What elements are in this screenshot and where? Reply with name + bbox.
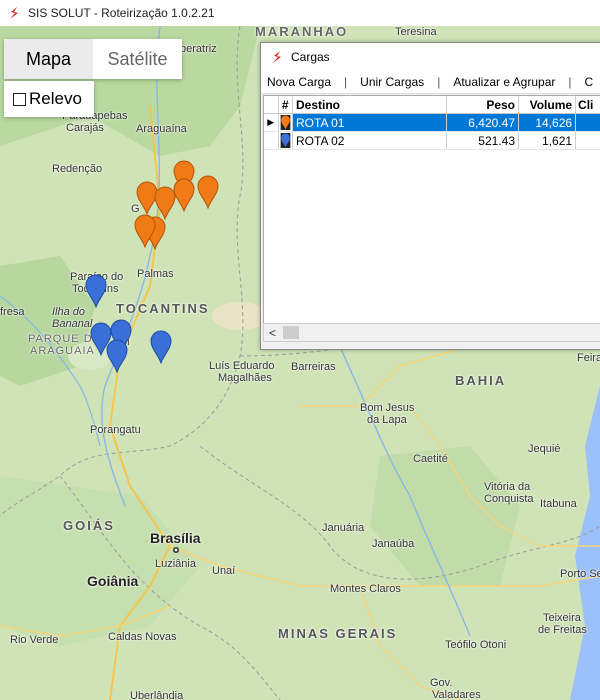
label-rio-verde: Rio Verde: [10, 634, 59, 646]
header-spacer: [264, 96, 279, 113]
rota-02-marker[interactable]: [150, 330, 172, 364]
row-destino: ROTA 02: [293, 132, 447, 149]
scroll-left-icon[interactable]: <: [264, 326, 281, 340]
label-jequie: Jequié: [528, 443, 561, 455]
relief-label: Relevo: [29, 89, 82, 108]
table-row[interactable]: ROTA 02 521.43 1,621: [264, 132, 600, 150]
cargas-grid: # Destino Peso Volume Cli ▶ ROTA 01 6,42…: [263, 95, 600, 325]
label-frescal: fresa: [0, 306, 25, 318]
cargas-window: Cargas Nova Carga | Unir Cargas | Atuali…: [260, 42, 600, 350]
label-palmas: Palmas: [137, 268, 174, 280]
label-goiania: Goiânia: [87, 573, 139, 589]
label-vitoria: Vitória da: [484, 481, 531, 493]
label-itabuna: Itabuna: [540, 498, 577, 510]
label-de-freitas: de Freitas: [538, 624, 587, 636]
map-type-satellite-button[interactable]: Satélite: [93, 39, 182, 79]
label-caetite: Caetité: [413, 453, 448, 465]
header-peso[interactable]: Peso: [447, 96, 519, 113]
menu-separator: |: [437, 75, 441, 89]
label-minas-gerais: MINAS GERAIS: [278, 626, 398, 641]
label-uberlandia: Uberlândia: [130, 690, 184, 700]
row-volume: 1,621: [519, 132, 577, 149]
label-janauba: Janaúba: [372, 538, 415, 550]
label-barreiras: Barreiras: [291, 361, 336, 373]
label-imperatriz: peratriz: [180, 43, 217, 55]
menu-atualizar-agrupar[interactable]: Atualizar e Agrupar: [453, 75, 555, 89]
cargas-window-titlebar[interactable]: Cargas: [261, 43, 600, 71]
label-redencao: Redenção: [52, 163, 103, 175]
app-logo-icon: [10, 7, 18, 19]
table-row[interactable]: ▶ ROTA 01 6,420.47 14,626: [264, 114, 600, 132]
menu-separator: |: [568, 75, 572, 89]
label-goias: GOIÁS: [63, 518, 115, 533]
row-peso: 6,420.47: [447, 114, 519, 131]
relief-checkbox[interactable]: [13, 92, 26, 106]
label-teresina: Teresina: [395, 26, 437, 38]
relief-toggle[interactable]: Relevo: [4, 81, 94, 117]
app-title-bar: SIS SOLUT - Roteirização 1.0.2.21: [0, 0, 600, 26]
label-bananal: Bananal: [52, 318, 93, 330]
cargas-window-title: Cargas: [291, 50, 330, 64]
menu-nova-carga[interactable]: Nova Carga: [267, 75, 331, 89]
row-clientes: [576, 114, 600, 131]
map-type-map-button[interactable]: Mapa: [4, 39, 93, 79]
cargas-logo-icon: [273, 51, 281, 63]
menu-more[interactable]: C: [585, 75, 594, 89]
menu-separator: |: [344, 75, 348, 89]
label-teixeira: Teixeira: [543, 612, 581, 624]
label-luziania: Luziânia: [155, 558, 196, 570]
label-montes-claros: Montes Claros: [330, 583, 401, 595]
row-pointer-icon: ▶: [264, 114, 279, 131]
label-maranhao: MARANHÃO: [255, 26, 349, 39]
app-title: SIS SOLUT - Roteirização 1.0.2.21: [28, 6, 215, 20]
map-type-control: Mapa Satélite: [4, 39, 182, 79]
scroll-thumb[interactable]: [283, 326, 299, 339]
label-brasilia: Brasília: [150, 530, 201, 546]
grid-header: # Destino Peso Volume Cli: [264, 96, 600, 114]
label-magalhaes: Magalhães: [218, 372, 272, 384]
label-teofilo-otoni: Teófilo Otoni: [445, 639, 507, 651]
rota-01-marker[interactable]: [173, 178, 195, 212]
cargas-menu: Nova Carga | Unir Cargas | Atualizar e A…: [261, 71, 600, 94]
label-tocantins: TOCANTINS: [116, 301, 210, 316]
menu-unir-cargas[interactable]: Unir Cargas: [360, 75, 424, 89]
row-volume: 14,626: [519, 114, 577, 131]
label-araguaia: ARAGUAIA: [30, 345, 95, 357]
label-ilha: Ilha do: [52, 306, 86, 318]
header-index[interactable]: #: [279, 96, 293, 113]
label-januaria: Januária: [322, 522, 365, 534]
label-feira: Feira: [577, 352, 600, 364]
label-conquista: Conquista: [484, 493, 534, 505]
rota-01-marker[interactable]: [134, 214, 156, 248]
label-bom-jesus: Bom Jesus: [360, 402, 415, 414]
header-volume[interactable]: Volume: [519, 96, 577, 113]
label-araguaina: Araguaína: [136, 123, 187, 135]
horizontal-scrollbar[interactable]: <: [263, 323, 600, 342]
row-destino: ROTA 01: [293, 114, 447, 131]
row-peso: 521.43: [447, 132, 519, 149]
label-unai: Unaí: [212, 565, 236, 577]
label-carajas: Carajás: [66, 122, 104, 134]
label-caldas-novas: Caldas Novas: [108, 631, 177, 643]
label-porangatu: Porangatu: [90, 424, 141, 436]
rota-02-marker[interactable]: [85, 274, 107, 308]
label-valadares: Valadares: [432, 689, 481, 700]
row-color-icon: [278, 114, 293, 131]
row-clientes: [576, 132, 600, 149]
rota-02-marker[interactable]: [106, 339, 128, 373]
row-pointer-icon: [264, 132, 279, 149]
rota-01-marker[interactable]: [197, 175, 219, 209]
label-porto-seguro: Porto Se: [560, 568, 600, 580]
label-da-lapa: da Lapa: [367, 414, 407, 426]
header-clientes[interactable]: Cli: [576, 96, 600, 113]
header-destino[interactable]: Destino: [293, 96, 447, 113]
label-bahia: BAHIA: [455, 373, 507, 388]
label-luis-eduardo: Luís Eduardo: [209, 360, 275, 372]
row-color-icon: [279, 132, 293, 149]
label-gov: Gov.: [430, 677, 453, 689]
